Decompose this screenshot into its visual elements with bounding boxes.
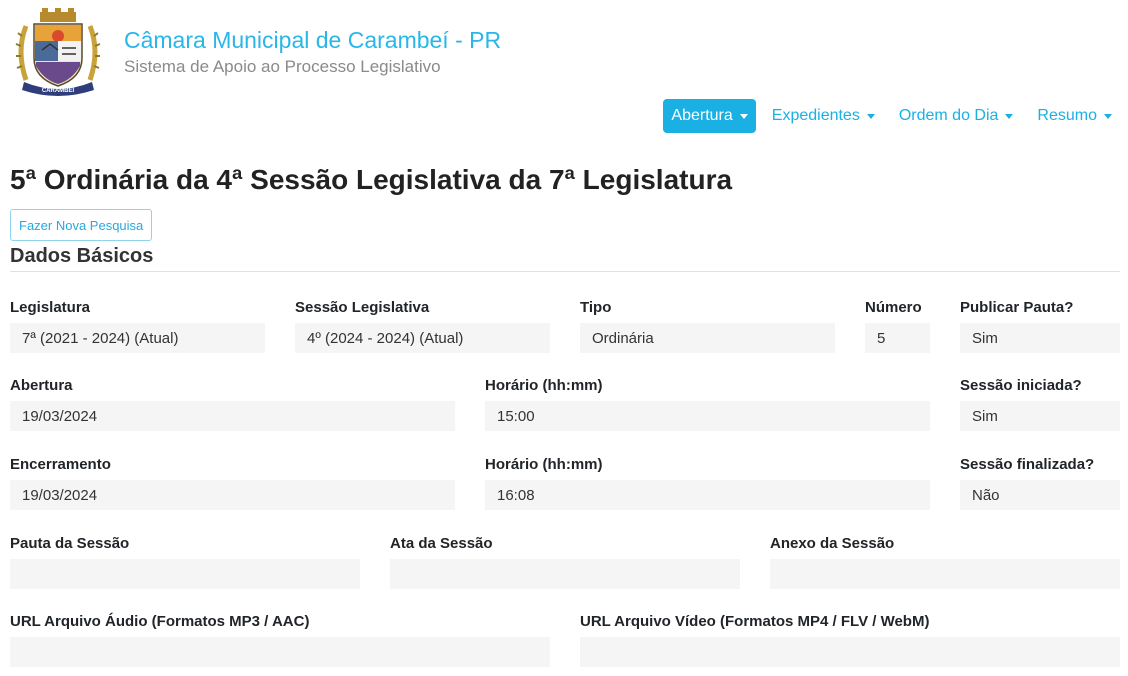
field-label: Pauta da Sessão: [10, 535, 130, 552]
field-value[interactable]: [10, 637, 550, 667]
section-divider: [10, 271, 1120, 272]
field-horario-inicio: Horário (hh:mm) 15:00: [485, 377, 930, 433]
page-title: 5ª Ordinária da 4ª Sessão Legislativa da…: [10, 164, 733, 195]
field-value: 16:08: [485, 480, 930, 510]
field-value: Ordinária: [580, 323, 835, 353]
field-label: Sessão finalizada?: [960, 456, 1095, 473]
field-label: Sessão iniciada?: [960, 377, 1082, 394]
field-publicar-pauta: Publicar Pauta? Sim: [960, 299, 1120, 355]
field-label: URL Arquivo Vídeo (Formatos MP4 / FLV / …: [580, 613, 930, 630]
site-title[interactable]: Câmara Municipal de Carambeí - PR: [124, 27, 501, 54]
caret-down-icon: [1104, 113, 1112, 119]
nav-resumo[interactable]: Resumo: [1029, 99, 1120, 133]
field-tipo: Tipo Ordinária: [580, 299, 835, 355]
field-sessao-legislativa: Sessão Legislativa 4º (2024 - 2024) (Atu…: [295, 299, 550, 355]
field-value: Sim: [960, 401, 1120, 431]
field-value: 19/03/2024: [10, 401, 455, 431]
caret-down-icon: [739, 113, 748, 119]
nav-ordem-do-dia[interactable]: Ordem do Dia: [891, 99, 1022, 133]
field-ata-sessao: Ata da Sessão: [390, 535, 740, 591]
field-label: Legislatura: [10, 299, 91, 316]
nav-resumo-label: Resumo: [1037, 107, 1097, 124]
field-label: Número: [865, 299, 922, 316]
field-label: Horário (hh:mm): [485, 377, 603, 394]
field-label: Anexo da Sessão: [770, 535, 895, 552]
field-sessao-finalizada: Sessão finalizada? Não: [960, 456, 1120, 512]
site-subtitle: Sistema de Apoio ao Processo Legislativo: [124, 57, 441, 76]
field-value: 15:00: [485, 401, 930, 431]
field-horario-fim: Horário (hh:mm) 16:08: [485, 456, 930, 512]
field-label: Ata da Sessão: [390, 535, 493, 552]
field-value: Não: [960, 480, 1120, 510]
field-sessao-iniciada: Sessão iniciada? Sim: [960, 377, 1120, 433]
nav-abertura[interactable]: Abertura: [663, 99, 756, 133]
section-title: Dados Básicos: [10, 245, 154, 267]
municipal-coat-of-arms-logo: CARAMBEÍ: [15, 8, 101, 96]
field-value: 19/03/2024: [10, 480, 455, 510]
field-url-video: URL Arquivo Vídeo (Formatos MP4 / FLV / …: [580, 613, 1120, 669]
field-pauta-sessao: Pauta da Sessão: [10, 535, 360, 591]
field-label: Sessão Legislativa: [295, 299, 430, 316]
field-legislatura: Legislatura 7ª (2021 - 2024) (Atual): [10, 299, 265, 355]
field-label: Tipo: [580, 299, 612, 316]
field-label: Abertura: [10, 377, 73, 394]
field-value[interactable]: [390, 559, 740, 589]
nav-expedientes[interactable]: Expedientes: [764, 99, 883, 133]
field-abertura: Abertura 19/03/2024: [10, 377, 455, 433]
field-value[interactable]: [770, 559, 1120, 589]
field-label: Publicar Pauta?: [960, 299, 1074, 316]
field-url-audio: URL Arquivo Áudio (Formatos MP3 / AAC): [10, 613, 550, 669]
field-value: Sim: [960, 323, 1120, 353]
nav-abertura-label: Abertura: [671, 107, 733, 124]
field-value[interactable]: [580, 637, 1120, 667]
field-label: Horário (hh:mm): [485, 456, 603, 473]
logo-ribbon-text: CARAMBEÍ: [42, 86, 75, 94]
field-numero: Número 5: [865, 299, 930, 355]
field-label: URL Arquivo Áudio (Formatos MP3 / AAC): [10, 613, 310, 630]
field-value: 4º (2024 - 2024) (Atual): [295, 323, 550, 353]
field-value: 7ª (2021 - 2024) (Atual): [10, 323, 265, 353]
field-label: Encerramento: [10, 456, 111, 473]
field-value: 5: [865, 323, 930, 353]
nav-ordem-do-dia-label: Ordem do Dia: [898, 107, 999, 124]
main-nav: Abertura Expedientes Ordem do Dia Resumo: [663, 99, 1120, 133]
field-value[interactable]: [10, 559, 360, 589]
field-encerramento: Encerramento 19/03/2024: [10, 456, 455, 512]
nav-expedientes-label: Expedientes: [771, 107, 860, 124]
caret-down-icon: [1005, 113, 1014, 119]
field-anexo-sessao: Anexo da Sessão: [770, 535, 1120, 591]
new-search-button[interactable]: Fazer Nova Pesquisa: [10, 209, 153, 241]
caret-down-icon: [866, 113, 875, 119]
